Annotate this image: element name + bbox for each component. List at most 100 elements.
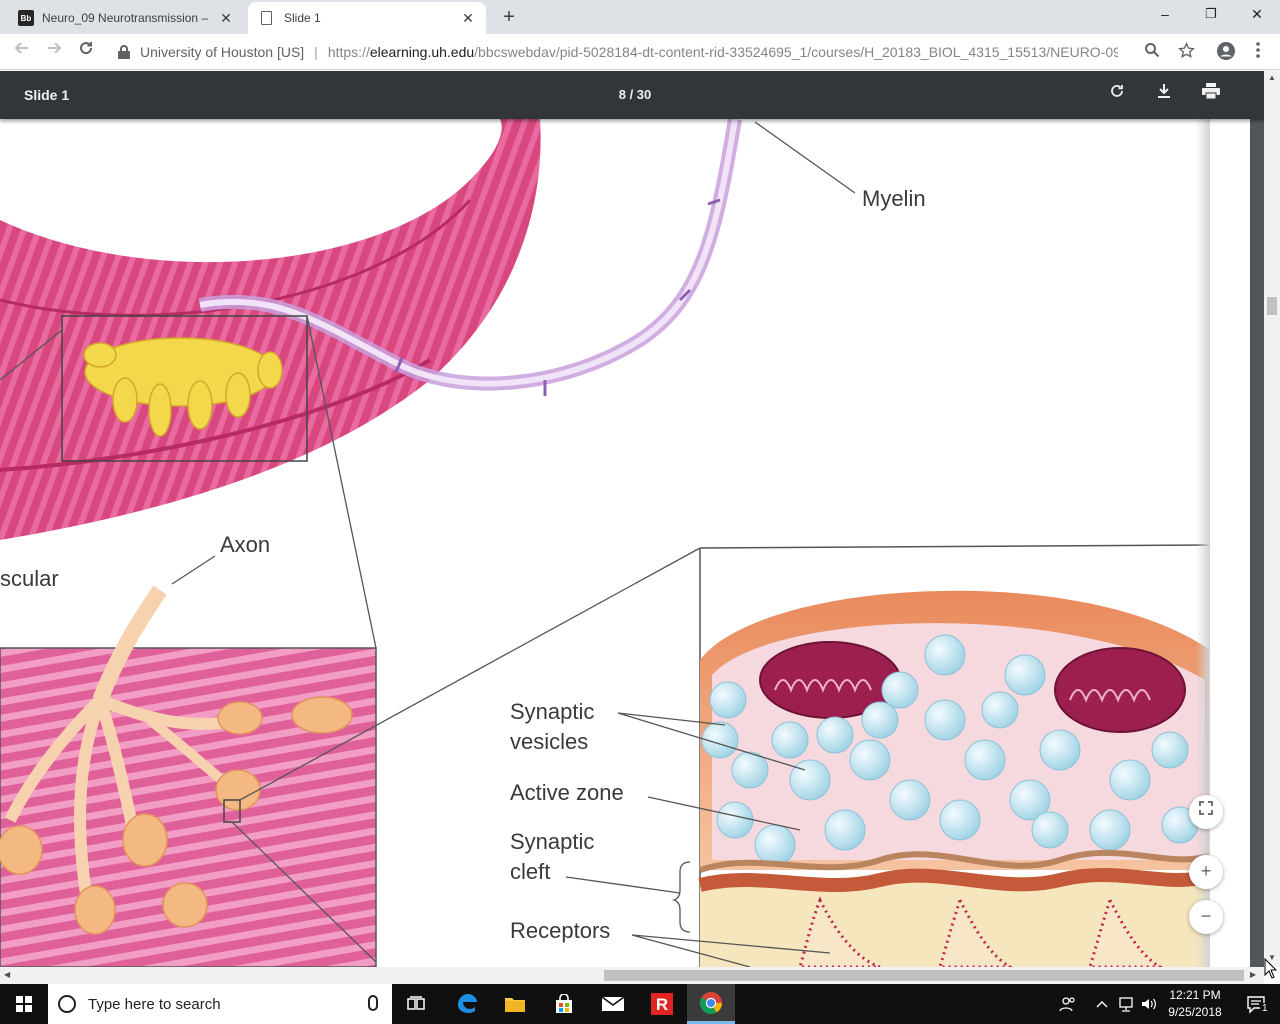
label-receptors: Receptors	[510, 918, 611, 943]
mail-envelope-icon	[601, 996, 625, 1011]
lock-icon[interactable]	[118, 45, 130, 59]
bookmark-star-icon[interactable]	[1176, 42, 1196, 62]
show-hidden-icons-button[interactable]	[1092, 984, 1112, 1024]
url-path: /bbcswebdav/pid-5028184-dt-content-rid-3…	[474, 44, 1118, 60]
horizontal-scrollbar[interactable]: ◀ ▶	[0, 967, 1264, 984]
site-identity: University of Houston [US]	[140, 44, 305, 60]
page-edge-shadow	[1196, 119, 1210, 967]
network-icon	[1119, 997, 1133, 1012]
print-icon	[1202, 83, 1220, 100]
vertical-scrollbar[interactable]: ▲ ▼	[1264, 71, 1280, 967]
close-tab-icon[interactable]: ✕	[218, 10, 234, 27]
pdf-toolbar: Slide 1 8 / 30	[0, 71, 1280, 119]
download-button[interactable]	[1152, 83, 1176, 107]
muscle-fiber	[0, 119, 541, 540]
close-tab-icon[interactable]: ✕	[460, 10, 476, 27]
tab-neuro-09[interactable]: Bb Neuro_09 Neurotransmission – ✕	[8, 2, 244, 34]
network-button[interactable]	[1114, 984, 1138, 1024]
windows-taskbar: Type here to search R 12:21 PM 9/25/2018…	[0, 984, 1280, 1024]
page-margin	[1210, 119, 1250, 967]
scroll-up-arrow-icon[interactable]: ▲	[1267, 73, 1277, 82]
mouse-cursor-icon	[1264, 958, 1278, 979]
file-explorer-button[interactable]	[491, 984, 539, 1024]
system-clock[interactable]: 12:21 PM 9/25/2018	[1160, 987, 1230, 1021]
address-bar[interactable]: University of Houston [US] | https://ele…	[108, 37, 1208, 67]
horizontal-scroll-thumb[interactable]	[604, 970, 1244, 981]
profile-avatar-icon[interactable]	[1216, 42, 1236, 62]
pdf-viewport[interactable]: Myelin Axon scular Synaptic vesicles Act…	[0, 119, 1280, 967]
browser-toolbar: University of Houston [US] | https://ele…	[0, 34, 1280, 70]
mail-app-button[interactable]	[589, 984, 637, 1024]
pdf-title: Slide 1	[24, 87, 70, 103]
tab-title: Slide 1	[284, 11, 321, 25]
zoom-magnifier-icon[interactable]	[1142, 42, 1162, 62]
tab-title: Neuro_09 Neurotransmission –	[42, 11, 209, 25]
zoom-out-button[interactable]: −	[1189, 900, 1223, 934]
arrow-left-icon	[14, 42, 28, 54]
url-scheme: https://	[327, 44, 370, 60]
print-button[interactable]	[1199, 83, 1223, 107]
close-window-button[interactable]: ✕	[1234, 0, 1280, 30]
r-app-button[interactable]: R	[638, 984, 686, 1024]
postsynaptic-membrane	[698, 868, 1210, 892]
svg-text:R: R	[656, 995, 668, 1014]
url-separator: |	[314, 44, 318, 60]
arrow-right-icon	[48, 42, 62, 54]
reload-button[interactable]	[74, 40, 98, 64]
neuromuscular-junction-illustration	[0, 119, 1210, 967]
task-view-button[interactable]	[392, 984, 440, 1024]
blackboard-favicon-icon: Bb	[18, 10, 34, 26]
volume-button[interactable]	[1138, 984, 1160, 1024]
menu-kebab-icon[interactable]	[1248, 42, 1268, 62]
back-button[interactable]	[10, 40, 34, 64]
new-tab-button[interactable]: +	[498, 6, 520, 28]
download-icon	[1158, 84, 1170, 98]
store-app-button[interactable]	[540, 984, 588, 1024]
chrome-icon	[700, 991, 722, 1014]
pdf-page: Myelin Axon scular Synaptic vesicles Act…	[0, 119, 1210, 967]
edge-app-button[interactable]	[443, 984, 491, 1024]
chrome-app-button[interactable]	[687, 984, 735, 1024]
cortana-circle-icon	[58, 995, 76, 1013]
label-synaptic-cleft-1: Synaptic	[510, 829, 595, 854]
label-neuromuscular-fragment: scular	[0, 566, 59, 591]
tab-strip: Bb Neuro_09 Neurotransmission – ✕ Slide …	[0, 0, 1280, 34]
speaker-icon	[1142, 998, 1156, 1010]
page-indicator[interactable]: 8 / 30	[600, 87, 670, 102]
restore-button[interactable]: ❐	[1188, 0, 1234, 30]
people-button[interactable]	[1054, 984, 1082, 1024]
url-text[interactable]: https://elearning.uh.edu/bbcswebdav/pid-…	[328, 44, 1118, 60]
label-myelin: Myelin	[862, 186, 926, 211]
minimize-button[interactable]: –	[1142, 0, 1188, 30]
label-axon: Axon	[220, 532, 271, 557]
forward-button[interactable]	[42, 40, 66, 64]
start-button[interactable]	[0, 984, 48, 1024]
scroll-right-arrow-icon[interactable]: ▶	[1250, 970, 1256, 979]
microphone-icon[interactable]	[368, 995, 378, 1011]
tab-slide-1[interactable]: Slide 1 ✕	[248, 2, 486, 34]
synapse-closeup	[698, 590, 1210, 967]
edge-icon	[458, 994, 477, 1013]
zoom-in-button[interactable]: +	[1189, 855, 1223, 889]
clock-time: 12:21 PM	[1169, 988, 1221, 1002]
notification-count-badge: 1	[1260, 1003, 1270, 1014]
shopping-bag-icon	[556, 994, 572, 1013]
chevron-up-icon	[1096, 1001, 1108, 1008]
label-synaptic-cleft-2: cleft	[510, 859, 551, 884]
reload-icon	[80, 42, 93, 55]
r-app-icon: R	[651, 993, 673, 1015]
search-placeholder: Type here to search	[88, 995, 221, 1013]
url-host: elearning.uh.edu	[369, 44, 475, 60]
folder-icon	[505, 998, 525, 1012]
clock-date: 9/25/2018	[1168, 1005, 1222, 1019]
vertical-scroll-thumb[interactable]	[1267, 297, 1277, 315]
label-synaptic-vesicles-2: vesicles	[510, 729, 589, 754]
people-icon	[1059, 997, 1075, 1012]
fit-to-page-button[interactable]	[1189, 795, 1223, 829]
label-active-zone: Active zone	[510, 780, 624, 805]
scroll-left-arrow-icon[interactable]: ◀	[4, 970, 10, 979]
taskbar-search-box[interactable]: Type here to search	[48, 984, 392, 1024]
action-center-button[interactable]: 1	[1232, 984, 1280, 1024]
document-icon	[261, 11, 272, 25]
rotate-button[interactable]	[1105, 83, 1129, 107]
